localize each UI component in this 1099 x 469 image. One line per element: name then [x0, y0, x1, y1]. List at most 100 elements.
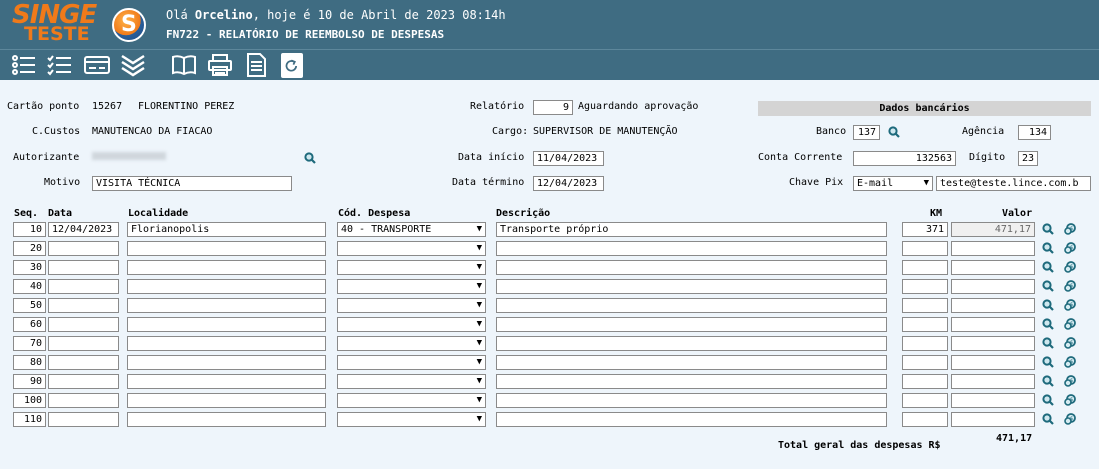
list-icon[interactable]	[11, 53, 37, 77]
descricao-input[interactable]	[496, 355, 887, 370]
conta-corrente-input[interactable]: 132563	[853, 151, 956, 166]
km-input[interactable]	[902, 374, 948, 389]
money-icon[interactable]: $	[1064, 280, 1076, 292]
date-input[interactable]	[48, 241, 119, 256]
motivo-input[interactable]: VISITA TÉCNICA	[92, 176, 292, 191]
cod-despesa-select[interactable]: ▼	[337, 355, 486, 370]
descricao-input[interactable]	[496, 260, 887, 275]
cod-despesa-select[interactable]: ▼	[337, 412, 486, 427]
money-icon[interactable]: $	[1064, 242, 1076, 254]
localidade-input[interactable]	[127, 336, 326, 351]
money-icon[interactable]: $	[1064, 261, 1076, 273]
cod-despesa-select[interactable]: ▼	[337, 336, 486, 351]
search-icon[interactable]	[1042, 242, 1054, 254]
document-icon[interactable]	[243, 53, 269, 77]
valor-input[interactable]	[951, 298, 1035, 313]
money-icon[interactable]: $	[1064, 337, 1076, 349]
localidade-input[interactable]	[127, 393, 326, 408]
cod-despesa-select[interactable]: ▼	[337, 260, 486, 275]
localidade-input[interactable]	[127, 412, 326, 427]
printer-icon[interactable]	[207, 53, 233, 77]
seq-input[interactable]: 70	[13, 336, 46, 351]
date-input[interactable]	[48, 298, 119, 313]
valor-input[interactable]	[951, 374, 1035, 389]
chevrons-down-icon[interactable]	[120, 53, 146, 77]
date-input[interactable]	[48, 412, 119, 427]
localidade-input[interactable]	[127, 317, 326, 332]
localidade-input[interactable]	[127, 241, 326, 256]
valor-input[interactable]: 471,17	[951, 222, 1035, 237]
seq-input[interactable]: 100	[13, 393, 46, 408]
seq-input[interactable]: 30	[13, 260, 46, 275]
cod-despesa-select[interactable]: ▼	[337, 374, 486, 389]
km-input[interactable]: 371	[902, 222, 948, 237]
date-input[interactable]	[48, 279, 119, 294]
relatorio-input[interactable]: 9	[533, 100, 573, 115]
descricao-input[interactable]	[496, 412, 887, 427]
cod-despesa-select[interactable]: ▼	[337, 241, 486, 256]
pix-type-select[interactable]: E-mail ▼	[853, 176, 933, 191]
search-icon[interactable]	[1042, 413, 1054, 425]
km-input[interactable]	[902, 260, 948, 275]
descricao-input[interactable]: Transporte próprio	[496, 222, 887, 237]
seq-input[interactable]: 80	[13, 355, 46, 370]
valor-input[interactable]	[951, 260, 1035, 275]
descricao-input[interactable]	[496, 279, 887, 294]
seq-input[interactable]: 110	[13, 412, 46, 427]
descricao-input[interactable]	[496, 298, 887, 313]
km-input[interactable]	[902, 393, 948, 408]
card-icon[interactable]	[84, 53, 110, 77]
data-inicio-input[interactable]: 11/04/2023	[533, 151, 604, 166]
bank-search-icon[interactable]	[888, 126, 900, 138]
valor-input[interactable]	[951, 355, 1035, 370]
km-input[interactable]	[902, 241, 948, 256]
descricao-input[interactable]	[496, 374, 887, 389]
money-icon[interactable]: $	[1064, 299, 1076, 311]
date-input[interactable]	[48, 393, 119, 408]
valor-input[interactable]	[951, 317, 1035, 332]
cod-despesa-select[interactable]: ▼	[337, 279, 486, 294]
date-input[interactable]: 12/04/2023	[48, 222, 119, 237]
search-icon[interactable]	[1042, 299, 1054, 311]
km-input[interactable]	[902, 412, 948, 427]
localidade-input[interactable]	[127, 260, 326, 275]
refresh-icon[interactable]	[281, 53, 303, 78]
descricao-input[interactable]	[496, 393, 887, 408]
search-icon[interactable]	[1042, 356, 1054, 368]
localidade-input[interactable]: Florianopolis	[127, 222, 326, 237]
valor-input[interactable]	[951, 279, 1035, 294]
agencia-input[interactable]: 134	[1018, 125, 1051, 140]
data-termino-input[interactable]: 12/04/2023	[533, 176, 604, 191]
descricao-input[interactable]	[496, 241, 887, 256]
date-input[interactable]	[48, 374, 119, 389]
money-icon[interactable]: $	[1064, 375, 1076, 387]
banco-input[interactable]: 137	[853, 125, 880, 140]
seq-input[interactable]: 90	[13, 374, 46, 389]
money-icon[interactable]: $	[1064, 356, 1076, 368]
seq-input[interactable]: 20	[13, 241, 46, 256]
money-icon[interactable]: $	[1064, 394, 1076, 406]
descricao-input[interactable]	[496, 317, 887, 332]
localidade-input[interactable]	[127, 355, 326, 370]
km-input[interactable]	[902, 298, 948, 313]
date-input[interactable]	[48, 336, 119, 351]
cod-despesa-select[interactable]: ▼	[337, 317, 486, 332]
search-icon[interactable]	[1042, 280, 1054, 292]
checklist-icon[interactable]	[47, 53, 73, 77]
search-icon[interactable]	[1042, 318, 1054, 330]
km-input[interactable]	[902, 279, 948, 294]
date-input[interactable]	[48, 317, 119, 332]
cod-despesa-select[interactable]: ▼	[337, 298, 486, 313]
date-input[interactable]	[48, 355, 119, 370]
valor-input[interactable]	[951, 241, 1035, 256]
search-icon[interactable]	[304, 152, 316, 164]
descricao-input[interactable]	[496, 336, 887, 351]
seq-input[interactable]: 60	[13, 317, 46, 332]
digito-input[interactable]: 23	[1018, 151, 1038, 166]
seq-input[interactable]: 10	[13, 222, 46, 237]
search-icon[interactable]	[1042, 375, 1054, 387]
valor-input[interactable]	[951, 393, 1035, 408]
km-input[interactable]	[902, 317, 948, 332]
search-icon[interactable]	[1042, 261, 1054, 273]
valor-input[interactable]	[951, 412, 1035, 427]
